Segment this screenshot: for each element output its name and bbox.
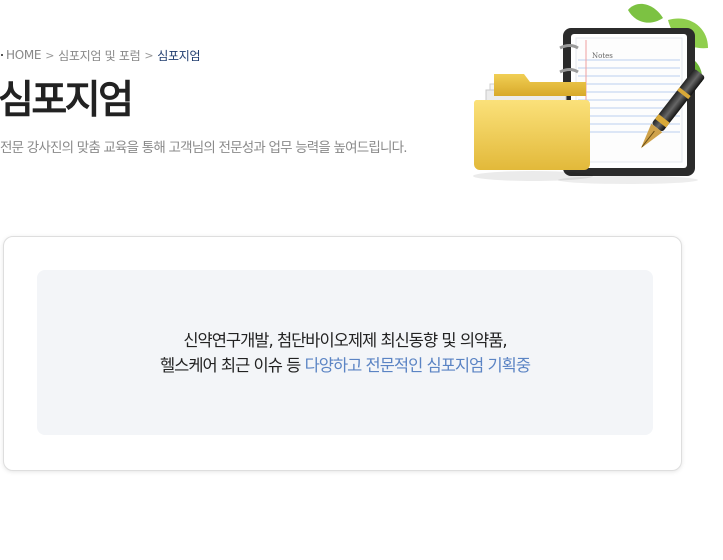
- info-line-2-highlight: 다양하고 전문적인 심포지엄 기획중: [304, 355, 531, 375]
- breadcrumb: HOME > 심포지엄 및 포럼 > 심포지엄: [0, 46, 201, 64]
- folder-notebook-pen-illustration: Notes: [473, 3, 708, 184]
- chevron-right-icon: >: [45, 48, 55, 62]
- chevron-right-icon: >: [144, 48, 154, 62]
- symposium-info-panel: 신약연구개발, 첨단바이오제제 최신동향 및 의약품, 헬스케어 최근 이슈 등…: [37, 270, 653, 435]
- info-line-2: 헬스케어 최근 이슈 등 다양하고 전문적인 심포지엄 기획중: [159, 353, 531, 378]
- page-description: 전문 강사진의 맞춤 교육을 통해 고객님의 전문성과 업무 능력을 높여드립니…: [0, 140, 408, 156]
- leaf-icon: [628, 3, 663, 23]
- breadcrumb-current: 심포지엄: [157, 48, 201, 63]
- info-line-1: 신약연구개발, 첨단바이오제제 최신동향 및 의약품,: [183, 330, 507, 350]
- breadcrumb-home-link[interactable]: HOME: [6, 48, 42, 62]
- breadcrumb-section-link[interactable]: 심포지엄 및 포럼: [58, 47, 141, 64]
- bullet-icon: [1, 54, 3, 56]
- symposium-info-card: 신약연구개발, 첨단바이오제제 최신동향 및 의약품, 헬스케어 최근 이슈 등…: [3, 236, 682, 471]
- page-title: 심포지엄: [0, 78, 134, 123]
- info-line-2-prefix: 헬스케어 최근 이슈 등: [159, 355, 305, 375]
- svg-text:Notes: Notes: [592, 52, 613, 60]
